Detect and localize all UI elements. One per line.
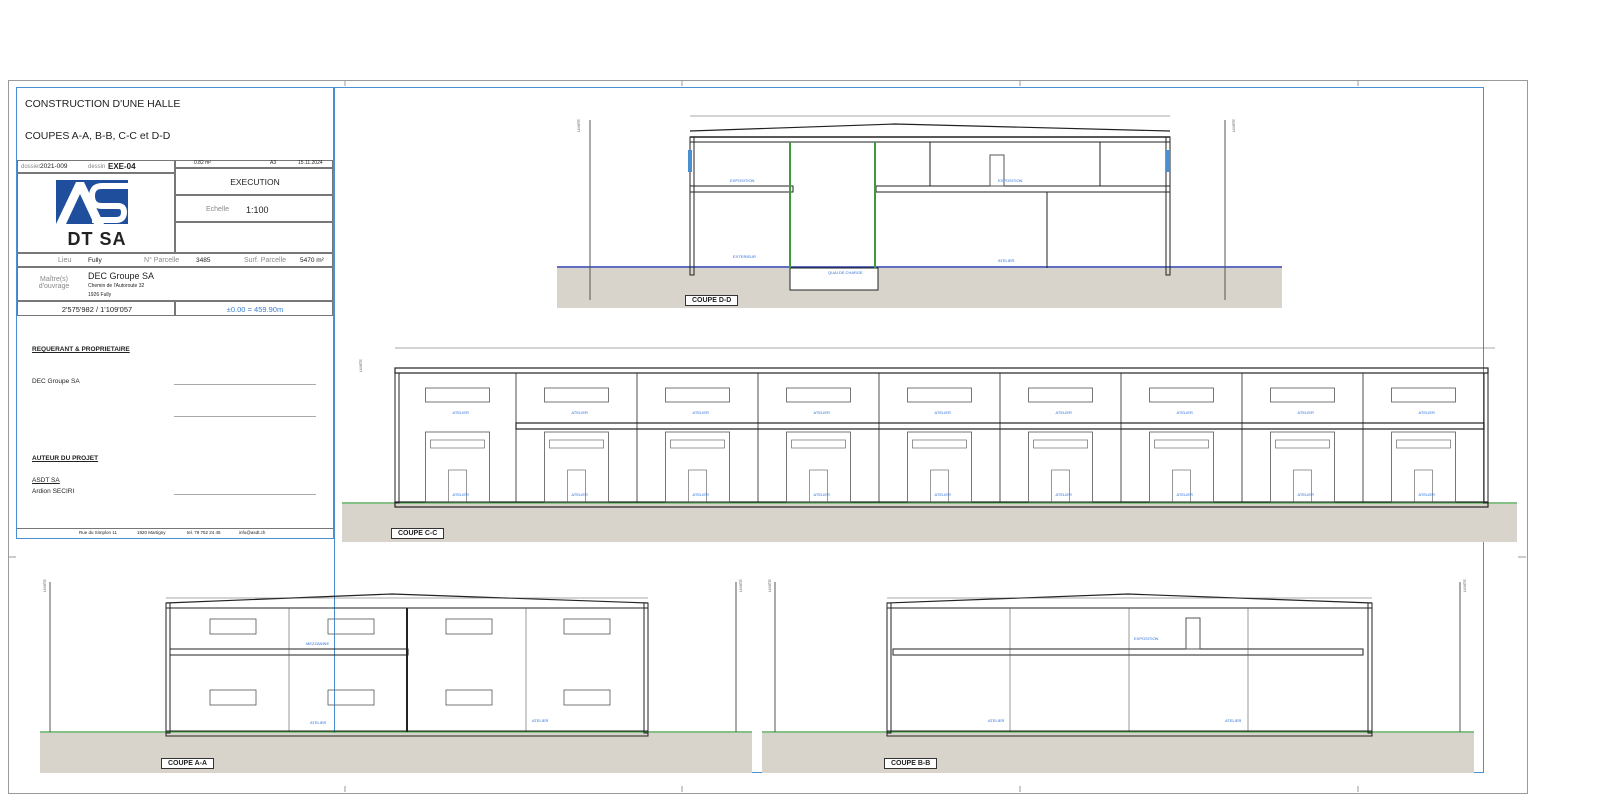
section-aa: MEZZANINE ATELIER ATELIER LIMITE LIMITE [40, 579, 752, 773]
cc-door-panel-9 [1396, 439, 1451, 449]
cc-door-panel-1 [430, 439, 485, 449]
cc-atelier-upper-6: ATELIER [1056, 410, 1072, 415]
section-bb: EXPOSITION ATELIER ATELIER LIMITE LIMITE [762, 579, 1474, 773]
cc-pedestrian-door-2 [567, 469, 586, 503]
cc-atelier-lower-2: ATELIER [572, 492, 588, 497]
cc-atelier-upper-5: ATELIER [935, 410, 951, 415]
aa-limite-left: LIMITE [42, 579, 47, 592]
svg-text:EXTERIEUR: EXTERIEUR [733, 254, 756, 259]
dd-limite-right: LIMITE [1231, 119, 1236, 132]
cc-atelier-upper-4: ATELIER [814, 410, 830, 415]
bb-atelier-2: ATELIER [1225, 718, 1241, 723]
dd-labels: EXPOSITION EXPOSITION EXTERIEUR QUAI DE … [730, 178, 1023, 275]
cc-door-panel-4 [791, 439, 846, 449]
cc-pedestrian-door-6 [1051, 469, 1070, 503]
cc-window-8 [1270, 387, 1335, 403]
cc-atelier-upper-1: ATELIER [453, 410, 469, 415]
cc-atelier-lower-5: ATELIER [935, 492, 951, 497]
cc-atelier-upper-3: ATELIER [693, 410, 709, 415]
cc-atelier-lower-6: ATELIER [1056, 492, 1072, 497]
caption-coupe-bb: COUPE B-B [884, 758, 938, 769]
cc-door-panel-2 [549, 439, 604, 449]
bb-limite-left: LIMITE [767, 579, 772, 592]
cc-pedestrian-door-1 [448, 469, 467, 503]
bb-limite-right: LIMITE [1462, 579, 1467, 592]
cc-pedestrian-door-7 [1172, 469, 1191, 503]
section-cc: ATELIER ATELIER ATELIER ATELIER ATELIER ATELI… [342, 347, 1517, 542]
section-dd: EXPOSITION EXPOSITION EXTERIEUR QUAI DE … [557, 115, 1282, 308]
cc-atelier-lower-4: ATELIER [814, 492, 830, 497]
cc-window-1 [425, 387, 490, 403]
aa-atelier-2: ATELIER [532, 718, 548, 723]
cc-atelier-lower-7: ATELIER [1177, 492, 1193, 497]
svg-text:EXPOSITION: EXPOSITION [730, 178, 755, 183]
cc-window-7 [1149, 387, 1214, 403]
cc-window-4 [786, 387, 851, 403]
cc-atelier-upper-8: ATELIER [1298, 410, 1314, 415]
aa-limite-right: LIMITE [738, 579, 743, 592]
cc-window-6 [1028, 387, 1093, 403]
cc-window-5 [907, 387, 972, 403]
cc-atelier-upper-2: ATELIER [572, 410, 588, 415]
cc-door-panel-8 [1275, 439, 1330, 449]
cc-atelier-lower-9: ATELIER [1419, 492, 1435, 497]
cc-atelier-upper-9: ATELIER [1419, 410, 1435, 415]
cc-door-panel-3 [670, 439, 725, 449]
svg-text:EXPOSITION: EXPOSITION [998, 178, 1023, 183]
cc-pedestrian-door-5 [930, 469, 949, 503]
cc-window-2 [544, 387, 609, 403]
cc-window-9 [1391, 387, 1456, 403]
cc-limite: LIMITE [358, 359, 363, 372]
cc-atelier-lower-3: ATELIER [693, 492, 709, 497]
sections-drawing: EXPOSITION EXPOSITION EXTERIEUR QUAI DE … [8, 80, 1526, 792]
caption-coupe-aa: COUPE A-A [161, 758, 215, 769]
caption-coupe-cc: COUPE C-C [391, 528, 445, 539]
cc-pedestrian-door-8 [1293, 469, 1312, 503]
cc-atelier-lower-1: ATELIER [453, 492, 469, 497]
bb-atelier-1: ATELIER [988, 718, 1004, 723]
aa-mezzanine: MEZZANINE [306, 641, 329, 646]
cc-pedestrian-door-4 [809, 469, 828, 503]
cc-door-panel-5 [912, 439, 967, 449]
cc-pedestrian-door-3 [688, 469, 707, 503]
cc-atelier-lower-8: ATELIER [1298, 492, 1314, 497]
cc-atelier-upper-7: ATELIER [1177, 410, 1193, 415]
cc-window-3 [665, 387, 730, 403]
cc-door-panel-6 [1033, 439, 1088, 449]
dd-limite-left: LIMITE [576, 119, 581, 132]
aa-atelier-1: ATELIER [310, 720, 326, 725]
caption-coupe-dd: COUPE D-D [685, 295, 739, 306]
svg-text:ATELIER: ATELIER [998, 258, 1014, 263]
cc-door-panel-7 [1154, 439, 1209, 449]
svg-text:QUAI DE CHARGE: QUAI DE CHARGE [828, 270, 863, 275]
bb-exposition: EXPOSITION [1134, 636, 1159, 641]
cc-pedestrian-door-9 [1414, 469, 1433, 503]
